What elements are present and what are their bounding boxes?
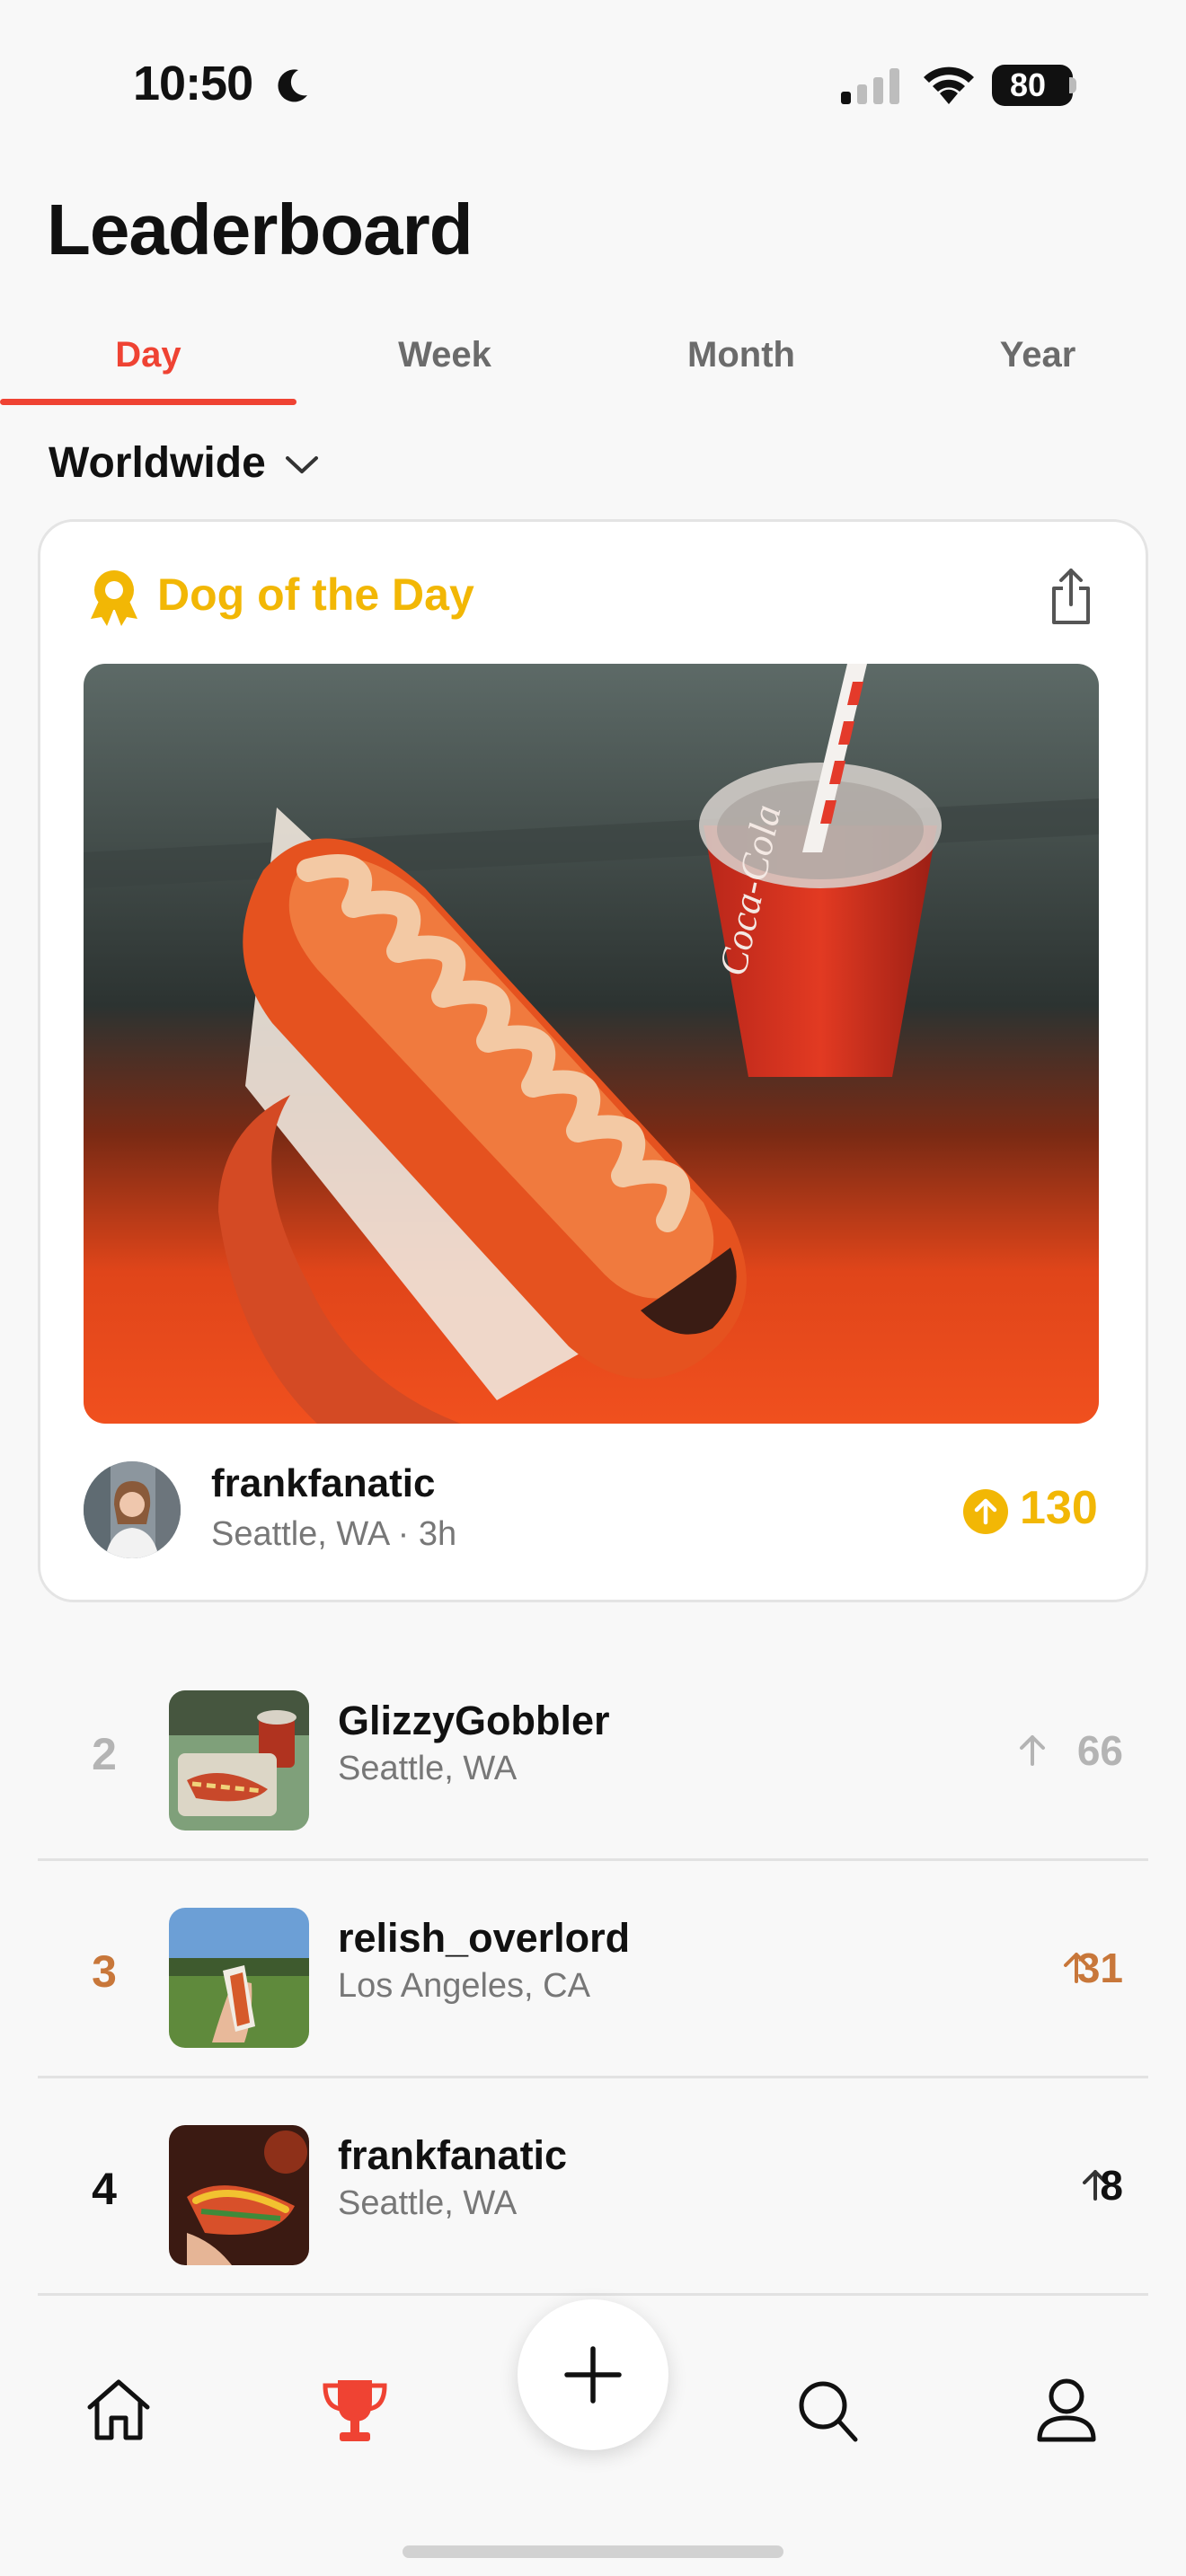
add-post-button[interactable] [518,2299,668,2450]
entry-thumbnail[interactable] [169,2125,309,2265]
home-icon[interactable] [84,2377,153,2441]
entry-username[interactable]: frankfanatic [338,2132,567,2179]
entry-score: 8 [1100,2162,1123,2209]
home-indicator[interactable] [403,2545,783,2558]
signal-icon [841,68,899,104]
status-time: 10:50 [133,57,253,110]
entry-location: Seattle, WA [338,1750,518,1787]
dog-of-the-day-card[interactable]: Dog of the Day Coca-Cola frankfanatic Se… [38,519,1148,1602]
battery-cap [1069,77,1076,93]
tab-year[interactable]: Year [890,323,1186,404]
tab-month[interactable]: Month [593,323,890,404]
entry-score: 31 [1076,1945,1123,1991]
featured-meta: Seattle, WA · 3h [211,1515,457,1553]
featured-hotdog-photo[interactable]: Coca-Cola [84,664,1099,1424]
award-icon [91,570,137,626]
entry-thumbnail[interactable] [169,1908,309,2048]
entry-score: 66 [1076,1727,1123,1774]
entry-username[interactable]: GlizzyGobbler [338,1698,610,1744]
rank-number: 4 [92,2164,117,2214]
trophy-icon[interactable] [322,2377,388,2443]
region-label: Worldwide [49,438,266,487]
card-title: Dog of the Day [157,569,474,620]
plus-icon [564,2346,622,2404]
region-selector[interactable]: Worldwide [49,431,320,494]
tab-day[interactable]: Day [0,323,296,404]
battery-level: 80 [1009,66,1047,103]
chevron-down-icon [285,456,318,473]
active-tab-indicator [0,399,296,405]
entry-username[interactable]: relish_overlord [338,1915,630,1962]
profile-icon[interactable] [1035,2377,1098,2443]
featured-username[interactable]: frankfanatic [211,1461,435,1506]
rank-number: 2 [92,1729,117,1779]
up-arrow-icon[interactable] [1017,1732,1048,1768]
leaderboard-row[interactable]: 4 frankfanatic Seattle, WA 8 [38,2078,1148,2296]
share-icon[interactable] [1047,567,1095,626]
search-icon[interactable] [796,2377,859,2443]
leaderboard-row[interactable]: 3 relish_overlord Los Angeles, CA 31 [38,1861,1148,2078]
entry-location: Seattle, WA [338,2184,518,2222]
moon-icon [278,69,307,102]
leaderboard-row[interactable]: 2 GlizzyGobbler Seattle, WA 66 [38,1644,1148,1861]
status-bar: 10:50 80 [0,0,1186,171]
entry-thumbnail[interactable] [169,1690,309,1831]
avatar[interactable] [84,1461,181,1558]
page-title: Leaderboard [47,190,474,269]
entry-location: Los Angeles, CA [338,1967,590,2005]
rank-number: 3 [92,1946,117,1997]
featured-score: 130 [1020,1482,1098,1534]
upvote-icon[interactable] [962,1488,1009,1535]
tab-week[interactable]: Week [296,323,593,404]
wifi-icon [924,66,974,104]
